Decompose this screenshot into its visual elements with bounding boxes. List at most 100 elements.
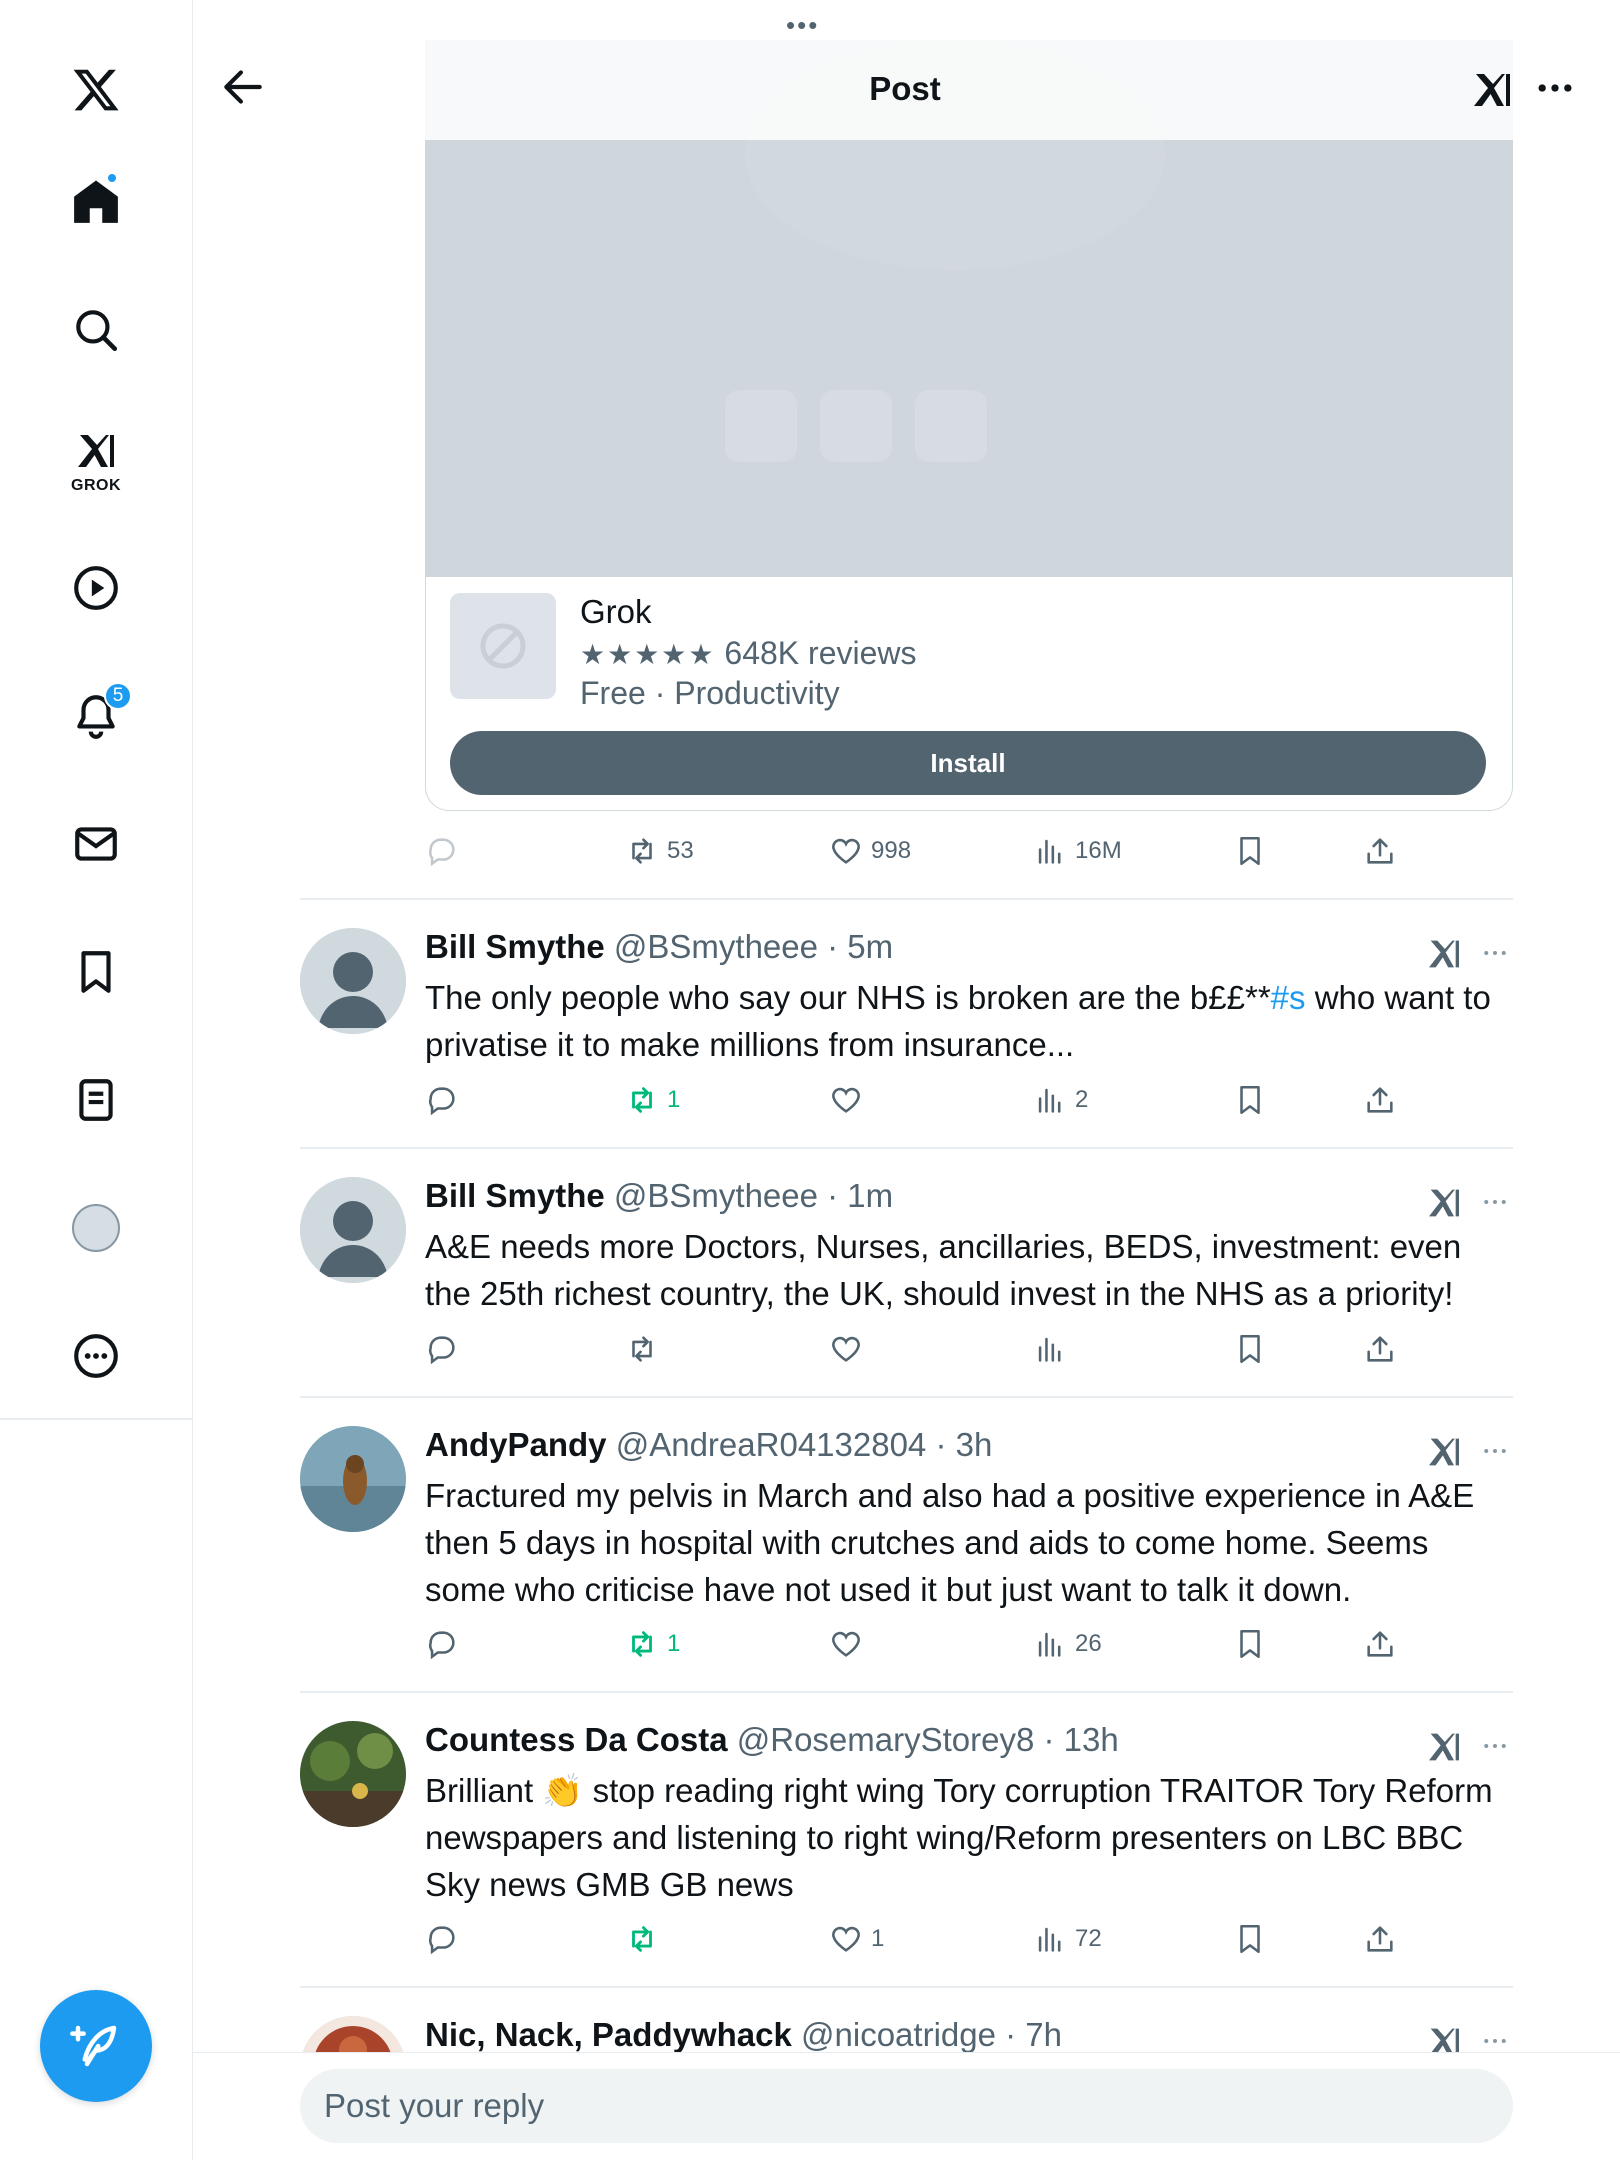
app-install-card: Grok ★★★★★ 648K reviews Free · Productiv… — [425, 577, 1513, 811]
post-text: Fractured my pelvis in March and also ha… — [425, 1477, 1475, 1608]
bookmark-button[interactable] — [1233, 1619, 1267, 1669]
bookmark-button[interactable] — [1233, 1914, 1267, 1964]
like-button[interactable] — [829, 1324, 863, 1374]
divider — [300, 1986, 1513, 1988]
grok-icon[interactable] — [1424, 1432, 1464, 1472]
reply-actions: 1 26 — [425, 1619, 1425, 1669]
like-button[interactable] — [829, 1075, 863, 1125]
author-name[interactable]: Nic, Nack, Paddywhack — [425, 2016, 792, 2053]
more-options-icon[interactable] — [58, 1318, 134, 1394]
x-logo-icon[interactable] — [58, 52, 134, 128]
compose-post-button[interactable] — [40, 1990, 152, 2102]
reply-button[interactable] — [425, 1619, 459, 1669]
profile-avatar[interactable] — [58, 1190, 134, 1266]
lists-icon[interactable] — [58, 1062, 134, 1138]
avatar[interactable] — [300, 928, 406, 1034]
more-icon[interactable] — [1478, 938, 1512, 968]
messages-icon[interactable] — [58, 806, 134, 882]
bookmark-button[interactable] — [1233, 826, 1267, 876]
divider — [300, 1691, 1513, 1693]
repost-button[interactable] — [625, 1324, 659, 1374]
avatar[interactable] — [300, 1177, 406, 1283]
author-handle-time[interactable]: @nicoatridge · 7h — [801, 2016, 1062, 2053]
author-handle-time[interactable]: @AndreaR04132804 · 3h — [616, 1426, 993, 1463]
author-handle-time[interactable]: @BSmytheee · 1m — [614, 1177, 893, 1214]
app-rating: ★★★★★ 648K reviews — [580, 635, 917, 672]
app-name: Grok — [580, 593, 652, 630]
repost-button[interactable]: 53 — [625, 826, 694, 876]
avatar[interactable] — [300, 1426, 406, 1532]
hashtag-link[interactable]: #s — [1271, 979, 1306, 1016]
bookmark-button[interactable] — [1233, 1075, 1267, 1125]
app-icon — [450, 593, 556, 699]
main-post-actions: 53 998 16M — [425, 826, 1425, 876]
more-icon[interactable] — [1478, 1436, 1512, 1466]
bookmarks-icon[interactable] — [58, 934, 134, 1010]
view-count: 26 — [1075, 1630, 1102, 1657]
grok-icon[interactable] — [1424, 1183, 1464, 1223]
views-button[interactable]: 72 — [1033, 1914, 1102, 1964]
more-icon[interactable] — [1478, 1187, 1512, 1217]
sidebar: GROK 5 — [0, 0, 193, 2160]
views-button[interactable] — [1033, 1324, 1067, 1374]
like-button[interactable] — [829, 1619, 863, 1669]
author-name[interactable]: Bill Smythe — [425, 928, 605, 965]
reply-composer — [193, 2052, 1620, 2160]
author-name[interactable]: Countess Da Costa — [425, 1721, 728, 1758]
notifications-icon[interactable]: 5 — [58, 678, 134, 754]
reply-post[interactable]: Nic, Nack, Paddywhack @nicoatridge · 7h — [300, 2016, 1513, 2056]
search-icon[interactable] — [58, 292, 134, 368]
grok-icon[interactable] — [1424, 2022, 1464, 2056]
share-button[interactable] — [1363, 1914, 1397, 1964]
back-arrow-icon[interactable] — [218, 62, 268, 112]
reply-button[interactable] — [425, 1914, 459, 1964]
post-text: Brilliant 👏 stop reading right wing Tory… — [425, 1772, 1493, 1903]
window-grabber[interactable]: ••• — [786, 10, 819, 41]
author-line: Countess Da Costa @RosemaryStorey8 · 13h — [425, 1721, 1119, 1759]
author-handle-time[interactable]: @RosemaryStorey8 · 13h — [737, 1721, 1119, 1758]
view-count: 72 — [1075, 1925, 1102, 1952]
repost-button[interactable] — [625, 1914, 659, 1964]
views-button[interactable]: 16M — [1033, 826, 1122, 876]
like-button[interactable]: 998 — [829, 826, 911, 876]
divider — [300, 1396, 1513, 1398]
author-line: Nic, Nack, Paddywhack @nicoatridge · 7h — [425, 2016, 1062, 2054]
reply-actions: 1 72 — [425, 1914, 1425, 1964]
post-text: A&E needs more Doctors, Nurses, ancillar… — [425, 1228, 1462, 1312]
avatar[interactable] — [300, 1721, 406, 1827]
grok-label: GROK — [71, 477, 121, 494]
views-button[interactable]: 2 — [1033, 1075, 1088, 1125]
grok-icon[interactable] — [1468, 66, 1516, 114]
repost-count: 53 — [667, 837, 694, 864]
reply-button[interactable] — [425, 826, 459, 876]
more-icon[interactable] — [1533, 66, 1577, 110]
reply-button[interactable] — [425, 1324, 459, 1374]
author-name[interactable]: AndyPandy — [425, 1426, 607, 1463]
author-handle-time[interactable]: @BSmytheee · 5m — [614, 928, 893, 965]
reply-actions — [425, 1324, 1425, 1374]
grok-nav[interactable]: GROK — [58, 416, 134, 506]
share-button[interactable] — [1363, 1075, 1397, 1125]
home-icon[interactable] — [58, 164, 134, 240]
author-line: AndyPandy @AndreaR04132804 · 3h — [425, 1426, 992, 1464]
app-category: Free · Productivity — [580, 675, 840, 711]
views-button[interactable]: 26 — [1033, 1619, 1102, 1669]
install-button[interactable]: Install — [450, 731, 1486, 795]
author-line: Bill Smythe @BSmytheee · 5m — [425, 928, 893, 966]
video-icon[interactable] — [58, 550, 134, 626]
author-name[interactable]: Bill Smythe — [425, 1177, 605, 1214]
like-button[interactable]: 1 — [829, 1914, 884, 1964]
share-button[interactable] — [1363, 1619, 1397, 1669]
more-icon[interactable] — [1478, 1731, 1512, 1761]
reply-input[interactable] — [300, 2069, 1513, 2143]
reply-button[interactable] — [425, 1075, 459, 1125]
share-button[interactable] — [1363, 1324, 1397, 1374]
grok-icon[interactable] — [1424, 1727, 1464, 1767]
post-text: The only people who say our NHS is broke… — [425, 979, 1491, 1063]
avatar[interactable] — [300, 2016, 406, 2056]
bookmark-button[interactable] — [1233, 1324, 1267, 1374]
grok-icon[interactable] — [1424, 934, 1464, 974]
repost-button[interactable]: 1 — [625, 1619, 680, 1669]
repost-button[interactable]: 1 — [625, 1075, 680, 1125]
share-button[interactable] — [1363, 826, 1397, 876]
